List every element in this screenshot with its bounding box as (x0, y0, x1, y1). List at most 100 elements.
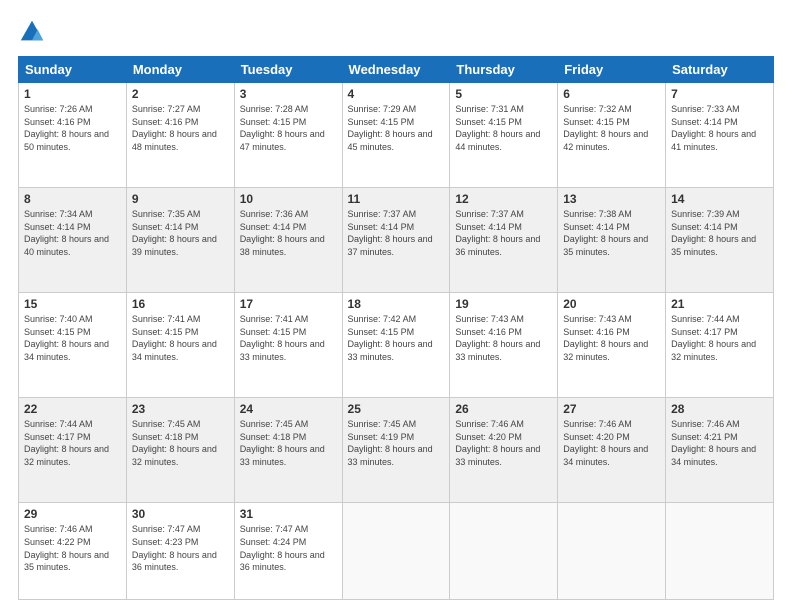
day-number: 5 (455, 87, 552, 101)
calendar-cell: 28 Sunrise: 7:46 AM Sunset: 4:21 PM Dayli… (666, 398, 774, 503)
day-number: 26 (455, 402, 552, 416)
header (18, 18, 774, 46)
cell-info: Sunrise: 7:32 AM Sunset: 4:15 PM Dayligh… (563, 103, 660, 153)
weekday-header: Sunday (19, 57, 127, 83)
cell-info: Sunrise: 7:38 AM Sunset: 4:14 PM Dayligh… (563, 208, 660, 258)
calendar-week: 22 Sunrise: 7:44 AM Sunset: 4:17 PM Dayli… (19, 398, 774, 503)
cell-info: Sunrise: 7:43 AM Sunset: 4:16 PM Dayligh… (563, 313, 660, 363)
day-number: 25 (348, 402, 445, 416)
cell-info: Sunrise: 7:46 AM Sunset: 4:21 PM Dayligh… (671, 418, 768, 468)
cell-info: Sunrise: 7:31 AM Sunset: 4:15 PM Dayligh… (455, 103, 552, 153)
weekday-header: Thursday (450, 57, 558, 83)
day-number: 22 (24, 402, 121, 416)
calendar-cell: 17Sunrise: 7:41 AM Sunset: 4:15 PM Dayli… (234, 293, 342, 398)
cell-info: Sunrise: 7:34 AM Sunset: 4:14 PM Dayligh… (24, 208, 121, 258)
calendar-cell: 10 Sunrise: 7:36 AM Sunset: 4:14 PM Dayli… (234, 188, 342, 293)
day-number: 28 (671, 402, 768, 416)
cell-info: Sunrise: 7:37 AM Sunset: 4:14 PM Dayligh… (455, 208, 552, 258)
cell-info: Sunrise: 7:27 AM Sunset: 4:16 PM Dayligh… (132, 103, 229, 153)
cell-info: Sunrise: 7:47 AM Sunset: 4:24 PM Dayligh… (240, 523, 337, 573)
cell-info: Sunrise: 7:33 AM Sunset: 4:14 PM Dayligh… (671, 103, 768, 153)
weekday-header: Friday (558, 57, 666, 83)
day-number: 24 (240, 402, 337, 416)
cell-info: Sunrise: 7:36 AM Sunset: 4:14 PM Dayligh… (240, 208, 337, 258)
calendar-cell: 18 Sunrise: 7:42 AM Sunset: 4:15 PM Dayli… (342, 293, 450, 398)
cell-info: Sunrise: 7:47 AM Sunset: 4:23 PM Dayligh… (132, 523, 229, 573)
day-number: 2 (132, 87, 229, 101)
day-number: 14 (671, 192, 768, 206)
calendar-cell: 11 Sunrise: 7:37 AM Sunset: 4:14 PM Dayli… (342, 188, 450, 293)
cell-info: Sunrise: 7:43 AM Sunset: 4:16 PM Dayligh… (455, 313, 552, 363)
logo (18, 18, 50, 46)
calendar-cell: 26 Sunrise: 7:46 AM Sunset: 4:20 PM Dayli… (450, 398, 558, 503)
calendar-cell: 23 Sunrise: 7:45 AM Sunset: 4:18 PM Dayli… (126, 398, 234, 503)
cell-info: Sunrise: 7:42 AM Sunset: 4:15 PM Dayligh… (348, 313, 445, 363)
cell-info: Sunrise: 7:44 AM Sunset: 4:17 PM Dayligh… (24, 418, 121, 468)
day-number: 18 (348, 297, 445, 311)
calendar: SundayMondayTuesdayWednesdayThursdayFrid… (18, 56, 774, 600)
calendar-cell: 2 Sunrise: 7:27 AM Sunset: 4:16 PM Daylig… (126, 83, 234, 188)
day-number: 8 (24, 192, 121, 206)
calendar-cell: 24Sunrise: 7:45 AM Sunset: 4:18 PM Dayli… (234, 398, 342, 503)
cell-info: Sunrise: 7:40 AM Sunset: 4:15 PM Dayligh… (24, 313, 121, 363)
day-number: 11 (348, 192, 445, 206)
day-number: 7 (671, 87, 768, 101)
weekday-header: Monday (126, 57, 234, 83)
day-number: 23 (132, 402, 229, 416)
logo-icon (18, 18, 46, 46)
calendar-cell (558, 503, 666, 600)
day-number: 29 (24, 507, 121, 521)
calendar-cell: 21Sunrise: 7:44 AM Sunset: 4:17 PM Dayli… (666, 293, 774, 398)
calendar-cell: 5 Sunrise: 7:31 AM Sunset: 4:15 PM Daylig… (450, 83, 558, 188)
calendar-cell: 14Sunrise: 7:39 AM Sunset: 4:14 PM Dayli… (666, 188, 774, 293)
calendar-week: 15 Sunrise: 7:40 AM Sunset: 4:15 PM Dayli… (19, 293, 774, 398)
weekday-header: Tuesday (234, 57, 342, 83)
page: SundayMondayTuesdayWednesdayThursdayFrid… (0, 0, 792, 612)
day-number: 16 (132, 297, 229, 311)
day-number: 30 (132, 507, 229, 521)
day-number: 15 (24, 297, 121, 311)
day-number: 13 (563, 192, 660, 206)
calendar-cell: 12 Sunrise: 7:37 AM Sunset: 4:14 PM Dayli… (450, 188, 558, 293)
cell-info: Sunrise: 7:35 AM Sunset: 4:14 PM Dayligh… (132, 208, 229, 258)
calendar-cell: 16 Sunrise: 7:41 AM Sunset: 4:15 PM Dayli… (126, 293, 234, 398)
day-number: 10 (240, 192, 337, 206)
day-number: 27 (563, 402, 660, 416)
cell-info: Sunrise: 7:46 AM Sunset: 4:20 PM Dayligh… (563, 418, 660, 468)
calendar-cell: 31Sunrise: 7:47 AM Sunset: 4:24 PM Dayli… (234, 503, 342, 600)
calendar-cell: 30 Sunrise: 7:47 AM Sunset: 4:23 PM Dayli… (126, 503, 234, 600)
cell-info: Sunrise: 7:45 AM Sunset: 4:19 PM Dayligh… (348, 418, 445, 468)
calendar-cell: 7 Sunrise: 7:33 AM Sunset: 4:14 PM Daylig… (666, 83, 774, 188)
calendar-cell: 29 Sunrise: 7:46 AM Sunset: 4:22 PM Dayli… (19, 503, 127, 600)
cell-info: Sunrise: 7:44 AM Sunset: 4:17 PM Dayligh… (671, 313, 768, 363)
day-number: 19 (455, 297, 552, 311)
cell-info: Sunrise: 7:26 AM Sunset: 4:16 PM Dayligh… (24, 103, 121, 153)
header-row: SundayMondayTuesdayWednesdayThursdayFrid… (19, 57, 774, 83)
calendar-cell: 9 Sunrise: 7:35 AM Sunset: 4:14 PM Daylig… (126, 188, 234, 293)
weekday-header: Wednesday (342, 57, 450, 83)
calendar-week: 8 Sunrise: 7:34 AM Sunset: 4:14 PM Daylig… (19, 188, 774, 293)
calendar-cell: 6 Sunrise: 7:32 AM Sunset: 4:15 PM Daylig… (558, 83, 666, 188)
calendar-cell: 3Sunrise: 7:28 AM Sunset: 4:15 PM Daylig… (234, 83, 342, 188)
day-number: 9 (132, 192, 229, 206)
day-number: 12 (455, 192, 552, 206)
calendar-cell: 27 Sunrise: 7:46 AM Sunset: 4:20 PM Dayli… (558, 398, 666, 503)
cell-info: Sunrise: 7:46 AM Sunset: 4:22 PM Dayligh… (24, 523, 121, 573)
cell-info: Sunrise: 7:41 AM Sunset: 4:15 PM Dayligh… (132, 313, 229, 363)
calendar-cell: 1Sunrise: 7:26 AM Sunset: 4:16 PM Daylig… (19, 83, 127, 188)
cell-info: Sunrise: 7:29 AM Sunset: 4:15 PM Dayligh… (348, 103, 445, 153)
calendar-cell (450, 503, 558, 600)
day-number: 6 (563, 87, 660, 101)
day-number: 20 (563, 297, 660, 311)
day-number: 4 (348, 87, 445, 101)
cell-info: Sunrise: 7:37 AM Sunset: 4:14 PM Dayligh… (348, 208, 445, 258)
cell-info: Sunrise: 7:28 AM Sunset: 4:15 PM Dayligh… (240, 103, 337, 153)
calendar-cell: 19 Sunrise: 7:43 AM Sunset: 4:16 PM Dayli… (450, 293, 558, 398)
calendar-week: 29 Sunrise: 7:46 AM Sunset: 4:22 PM Dayli… (19, 503, 774, 600)
calendar-cell: 13 Sunrise: 7:38 AM Sunset: 4:14 PM Dayli… (558, 188, 666, 293)
calendar-cell (342, 503, 450, 600)
day-number: 17 (240, 297, 337, 311)
cell-info: Sunrise: 7:45 AM Sunset: 4:18 PM Dayligh… (132, 418, 229, 468)
calendar-cell (666, 503, 774, 600)
cell-info: Sunrise: 7:46 AM Sunset: 4:20 PM Dayligh… (455, 418, 552, 468)
